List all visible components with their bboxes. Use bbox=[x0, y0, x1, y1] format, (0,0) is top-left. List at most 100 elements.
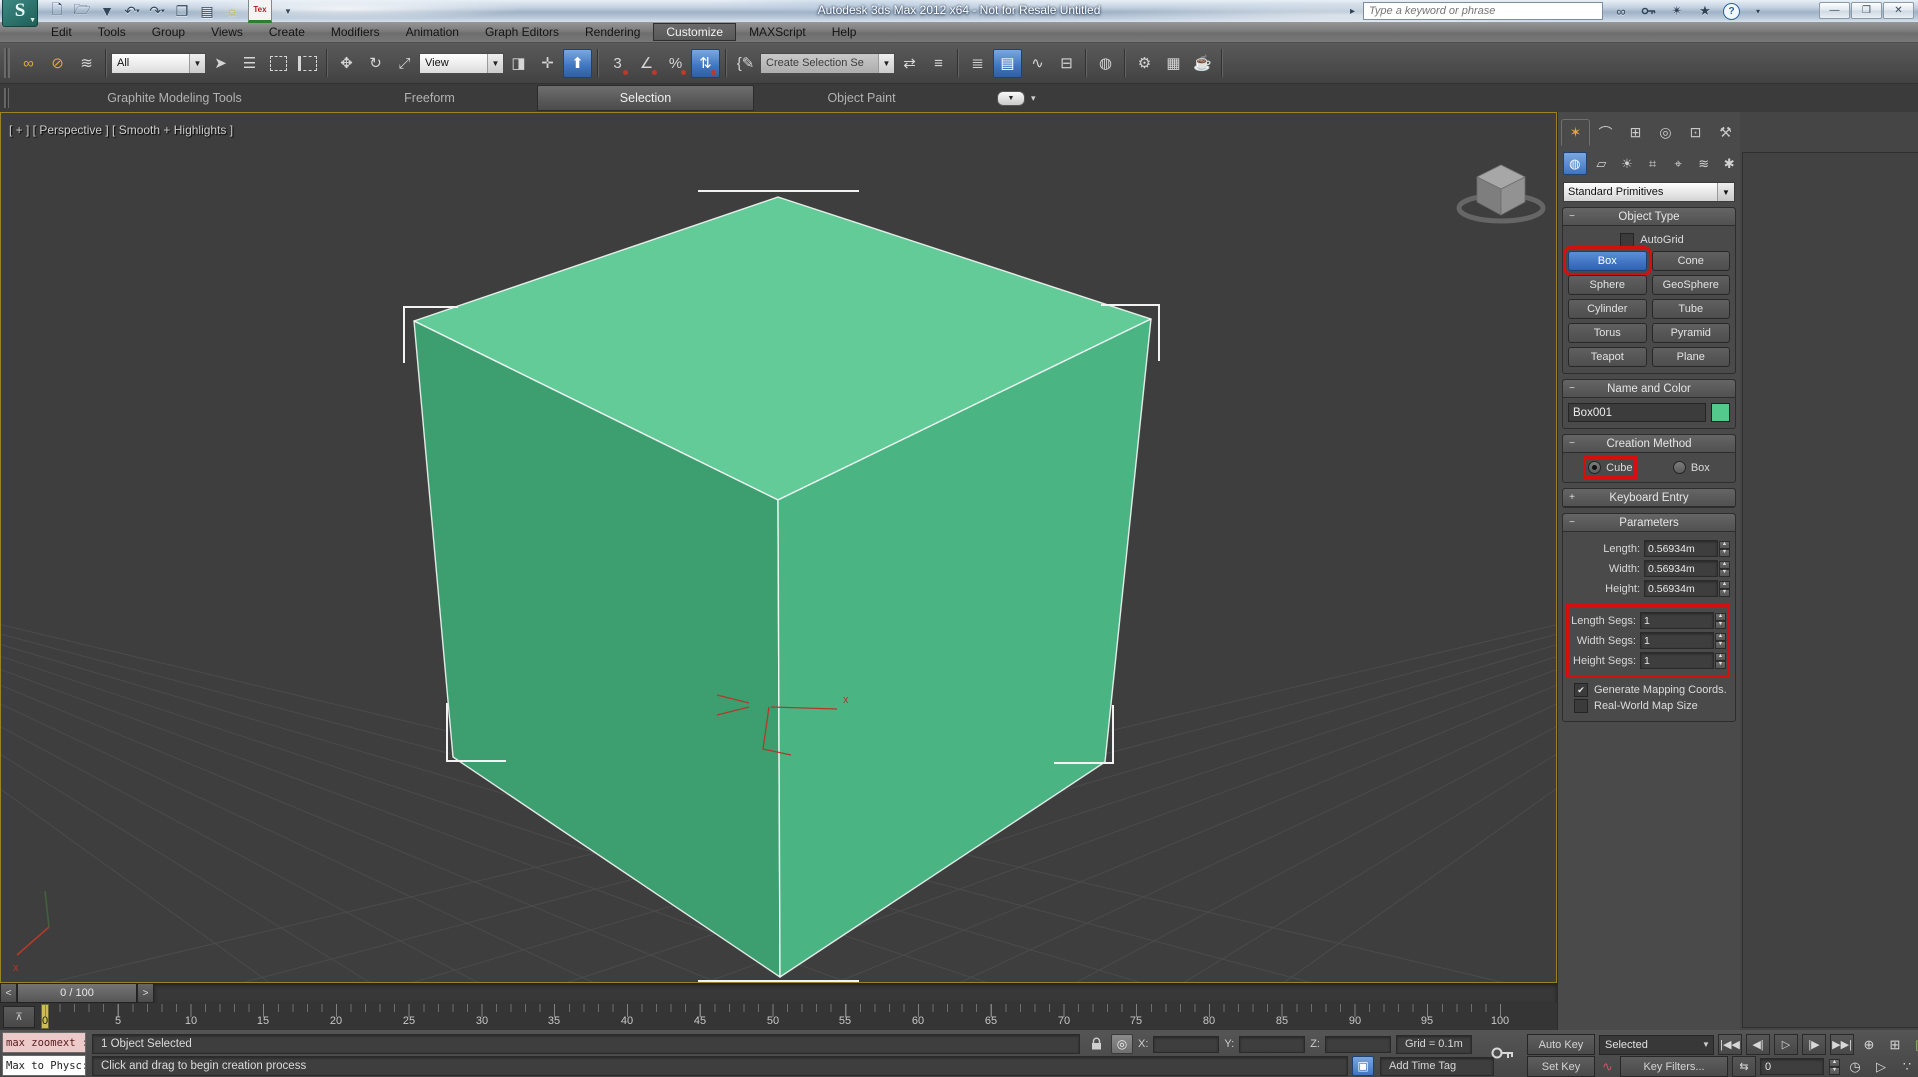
absolute-mode-icon[interactable]: ◎ bbox=[1111, 1034, 1133, 1054]
infocenter-expand-icon[interactable]: ▸ bbox=[1350, 6, 1355, 17]
viewport-label[interactable]: [ + ] [ Perspective ] [ Smooth + Highlig… bbox=[9, 123, 233, 137]
communication-center-icon[interactable]: ✴ bbox=[1667, 2, 1687, 20]
torus-button[interactable]: Torus bbox=[1568, 323, 1647, 343]
minimize-button[interactable]: — bbox=[1819, 2, 1850, 19]
percent-snap-icon[interactable]: % bbox=[662, 50, 689, 77]
parameters-header[interactable]: − Parameters bbox=[1563, 514, 1735, 532]
menu-modifiers[interactable]: Modifiers bbox=[318, 23, 393, 41]
listener-macro-line[interactable]: max zoomext : bbox=[2, 1032, 86, 1053]
frame-spinner[interactable]: ▲▼ bbox=[1829, 1059, 1840, 1075]
category-space-warps-icon[interactable]: ≋ bbox=[1693, 153, 1715, 174]
undo-icon[interactable]: ↶▾ bbox=[123, 2, 141, 20]
tab-hierarchy-icon[interactable]: ⊞ bbox=[1621, 119, 1650, 146]
layout-icon[interactable]: ▤ bbox=[198, 2, 216, 20]
spinner-down-icon[interactable]: ▼ bbox=[1719, 589, 1730, 597]
time-slider-handle[interactable]: 0 / 100 bbox=[17, 983, 137, 1003]
spinner-down-icon[interactable]: ▼ bbox=[1829, 1067, 1840, 1075]
height-spinner[interactable]: ▲▼ bbox=[1719, 581, 1730, 597]
tab-selection[interactable]: Selection bbox=[537, 85, 754, 111]
rendered-frame-window-icon[interactable]: ▦ bbox=[1160, 50, 1187, 77]
align-icon[interactable]: ≡ bbox=[925, 50, 952, 77]
plane-button[interactable]: Plane bbox=[1652, 347, 1731, 367]
cube-radio[interactable]: Cube bbox=[1588, 461, 1632, 474]
render-setup-icon[interactable]: ⚙ bbox=[1131, 50, 1158, 77]
key-step-mode-icon[interactable]: ⇆ bbox=[1732, 1056, 1756, 1077]
select-and-scale-icon[interactable]: ⤢ bbox=[391, 50, 418, 77]
3dsmax-application-button[interactable]: S▼ bbox=[2, 0, 38, 27]
creation-method-header[interactable]: − Creation Method bbox=[1563, 435, 1735, 453]
spinner-up-icon[interactable]: ▲ bbox=[1715, 653, 1726, 661]
subscription-key-icon[interactable] bbox=[1639, 2, 1659, 20]
menu-rendering[interactable]: Rendering bbox=[572, 23, 653, 41]
primitive-category-dropdown[interactable]: Standard Primitives ▼ bbox=[1563, 182, 1735, 202]
time-configuration-icon[interactable]: ◷ bbox=[1844, 1057, 1866, 1076]
open-file-icon[interactable]: 🗁 bbox=[73, 2, 91, 20]
set-key-button[interactable]: Set Key bbox=[1527, 1056, 1595, 1077]
viewport-scene[interactable]: x x bbox=[1, 113, 1556, 982]
search-input[interactable] bbox=[1364, 4, 1602, 18]
field-of-view-icon[interactable]: ▷ bbox=[1870, 1057, 1892, 1076]
real-world-checkbox[interactable] bbox=[1574, 699, 1588, 713]
width-spinner[interactable]: ▲▼ bbox=[1719, 561, 1730, 577]
unlink-selection-icon[interactable]: ⊘ bbox=[44, 50, 71, 77]
save-file-icon[interactable]: ▼ bbox=[98, 2, 116, 20]
close-button[interactable]: ✕ bbox=[1883, 2, 1914, 19]
generate-mapping-checkbox[interactable]: ✔ bbox=[1574, 683, 1588, 697]
manage-layers-icon[interactable]: ≣ bbox=[964, 50, 991, 77]
menu-animation[interactable]: Animation bbox=[393, 23, 472, 41]
tab-graphite-modeling-tools[interactable]: Graphite Modeling Tools bbox=[27, 86, 322, 110]
geosphere-button[interactable]: GeoSphere bbox=[1652, 275, 1731, 295]
tab-utilities-icon[interactable]: ⚒ bbox=[1711, 119, 1740, 146]
zoom-icon[interactable]: ⊕ bbox=[1858, 1035, 1880, 1054]
menu-create[interactable]: Create bbox=[256, 23, 318, 41]
x-coordinate-field[interactable] bbox=[1153, 1036, 1219, 1053]
mirror-icon[interactable]: ⇄ bbox=[896, 50, 923, 77]
box-button[interactable]: Box bbox=[1568, 251, 1647, 271]
sphere-button[interactable]: Sphere bbox=[1568, 275, 1647, 295]
restore-button[interactable]: ❐ bbox=[1851, 2, 1882, 19]
current-frame-field[interactable]: 0 bbox=[1760, 1058, 1824, 1075]
auto-key-button[interactable]: Auto Key bbox=[1527, 1034, 1595, 1055]
category-lights-icon[interactable]: ☀ bbox=[1616, 153, 1638, 174]
zoom-all-icon[interactable]: ⊞ bbox=[1884, 1035, 1906, 1054]
material-editor-icon[interactable]: ◍ bbox=[1092, 50, 1119, 77]
snaps-toggle-3d-icon[interactable]: 3 bbox=[604, 50, 631, 77]
spinner-down-icon[interactable]: ▼ bbox=[1715, 621, 1726, 629]
angle-snap-icon[interactable]: ∠ bbox=[633, 50, 660, 77]
spinner-down-icon[interactable]: ▼ bbox=[1715, 661, 1726, 669]
object-type-header[interactable]: − Object Type bbox=[1563, 208, 1735, 226]
name-color-header[interactable]: − Name and Color bbox=[1563, 380, 1735, 398]
select-object-icon[interactable]: ➤ bbox=[207, 50, 234, 77]
width-field[interactable]: 0.56934m bbox=[1644, 560, 1718, 577]
previous-frame-arrow[interactable]: < bbox=[0, 983, 17, 1003]
spinner-up-icon[interactable]: ▲ bbox=[1715, 633, 1726, 641]
spinner-up-icon[interactable]: ▲ bbox=[1829, 1059, 1840, 1067]
key-filters-button[interactable]: Key Filters... bbox=[1620, 1056, 1728, 1077]
tab-motion-icon[interactable]: ◎ bbox=[1651, 119, 1680, 146]
set-keys-key-icon[interactable] bbox=[1488, 1036, 1518, 1070]
next-frame-button[interactable]: |▶ bbox=[1802, 1034, 1826, 1055]
cylinder-button[interactable]: Cylinder bbox=[1568, 299, 1647, 319]
toggle-ribbon-icon[interactable]: ▤ bbox=[993, 49, 1022, 78]
timeline-ruler[interactable]: 0 5 10 15 20 25 30 35 40 45 50 55 60 65 … bbox=[40, 1003, 1505, 1030]
category-cameras-icon[interactable]: ⌗ bbox=[1642, 153, 1664, 174]
height-segs-field[interactable]: 1 bbox=[1640, 652, 1714, 669]
previous-frame-button[interactable]: ◀| bbox=[1746, 1034, 1770, 1055]
default-tangents-icon[interactable]: ∿ bbox=[1599, 1057, 1616, 1076]
teapot-button[interactable]: Teapot bbox=[1568, 347, 1647, 367]
category-systems-icon[interactable]: ✱ bbox=[1718, 153, 1740, 174]
texture-presets-icon[interactable]: Tex bbox=[248, 0, 272, 23]
ribbon-options-arrow-icon[interactable]: ▾ bbox=[1031, 93, 1036, 104]
autogrid-checkbox[interactable] bbox=[1620, 233, 1634, 247]
help-icon[interactable]: ? bbox=[1723, 3, 1740, 20]
spinner-snap-icon[interactable]: ⇅ bbox=[691, 49, 720, 78]
category-geometry-icon[interactable]: ◍ bbox=[1563, 152, 1587, 175]
box-object[interactable] bbox=[414, 197, 1151, 977]
height-field[interactable]: 0.56934m bbox=[1644, 580, 1718, 597]
walk-through-icon[interactable]: ∵ bbox=[1896, 1057, 1918, 1076]
menu-views[interactable]: Views bbox=[198, 23, 256, 41]
new-scene-icon[interactable]: 🗋 bbox=[48, 2, 66, 20]
minimize-ribbon-button[interactable]: ▼ bbox=[997, 91, 1025, 106]
viewcube[interactable] bbox=[1459, 165, 1543, 221]
width-segs-spinner[interactable]: ▲▼ bbox=[1715, 633, 1726, 649]
